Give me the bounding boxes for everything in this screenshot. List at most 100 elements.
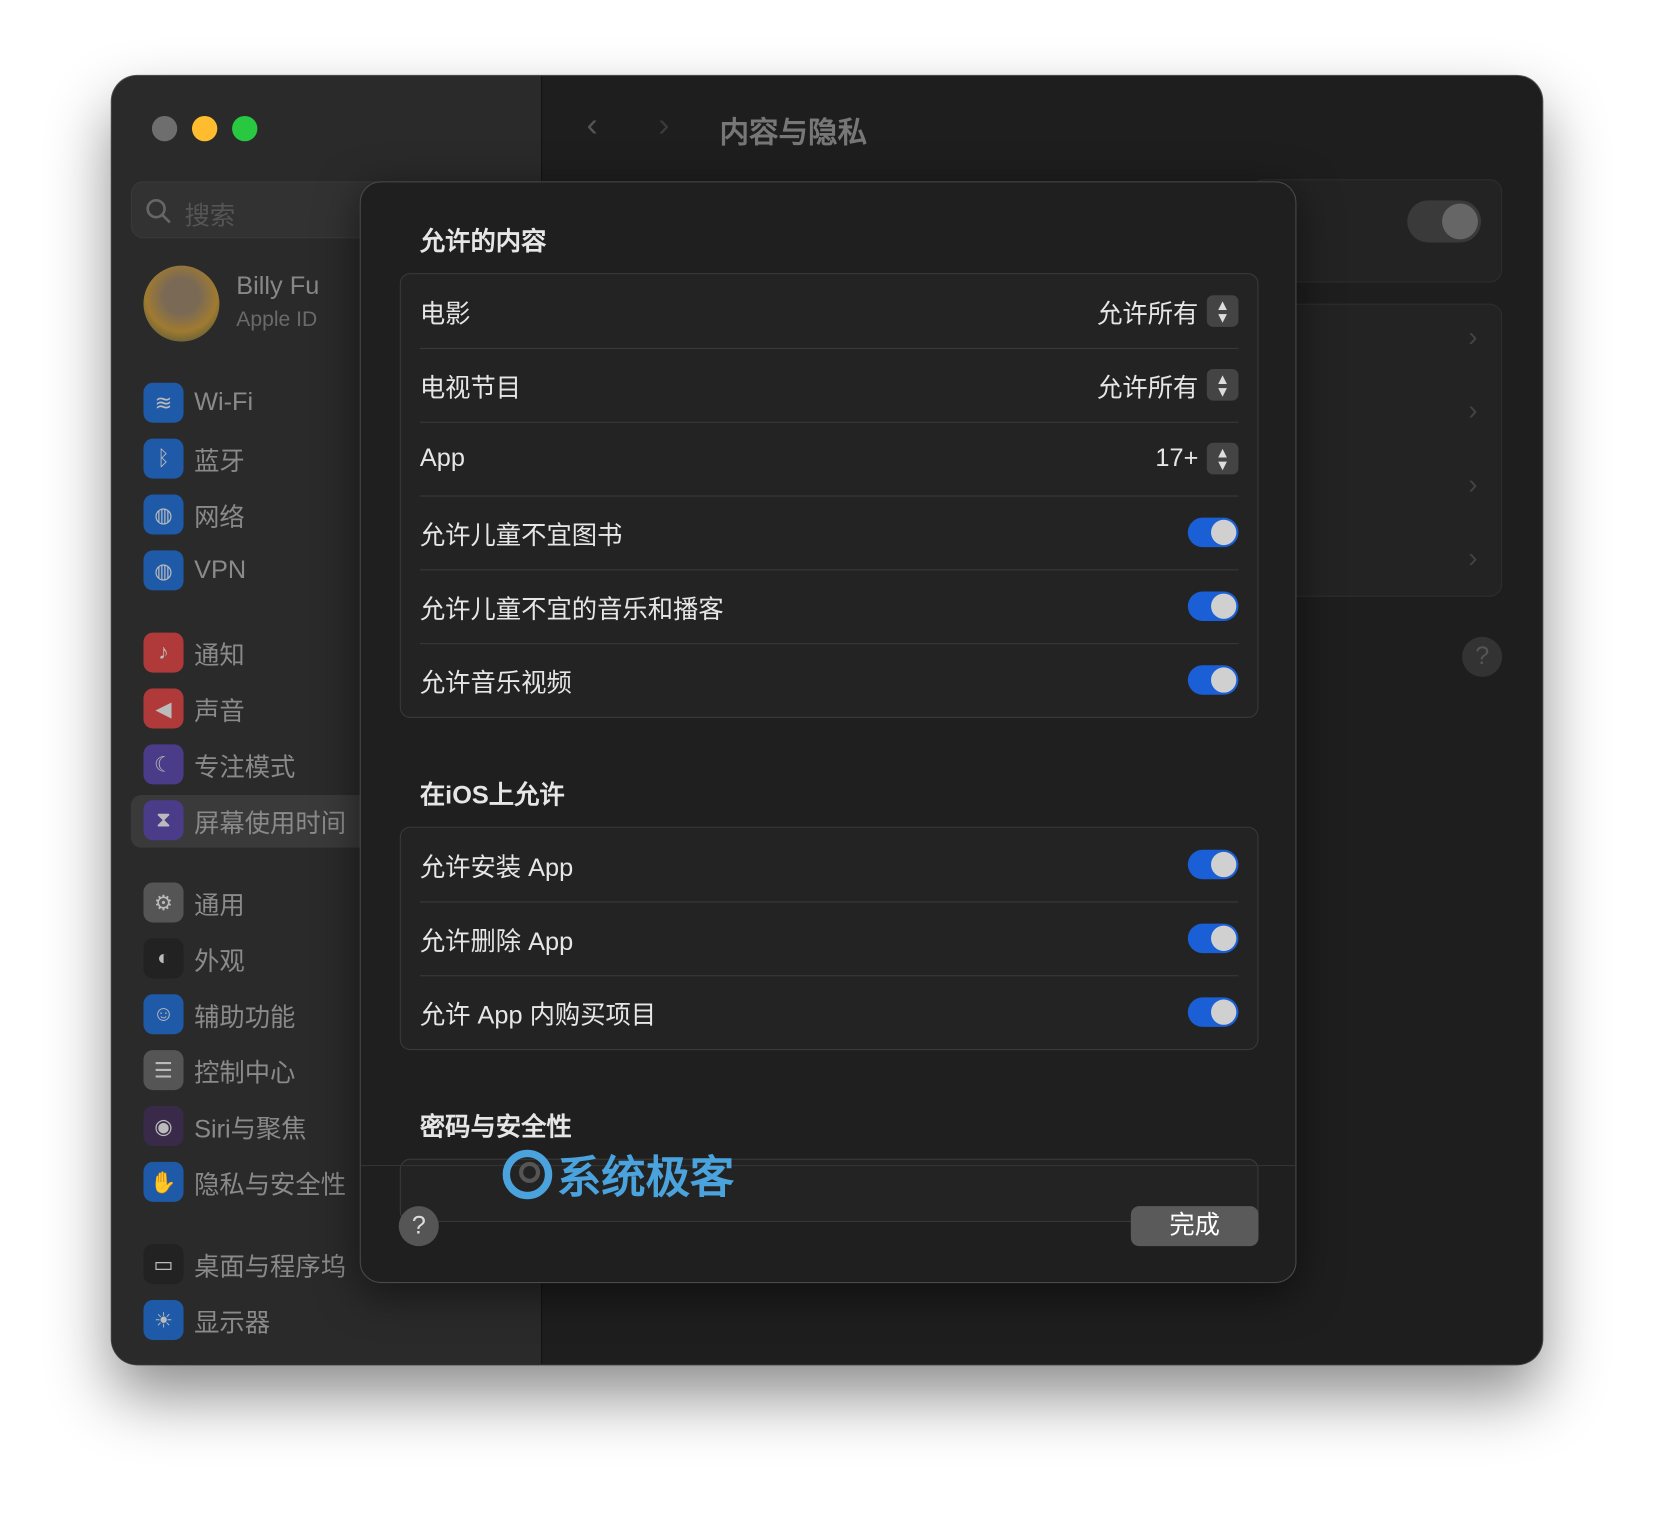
forward-icon[interactable]: › xyxy=(658,105,669,144)
row-label: 允许儿童不宜的音乐和播客 xyxy=(419,595,724,624)
sidebar-item[interactable]: ◍ VPN xyxy=(143,549,246,591)
moon-icon: ☾ xyxy=(143,744,184,785)
sidebar-item[interactable]: ◀ 声音 xyxy=(143,687,245,729)
watermark: 系统极客 xyxy=(498,1142,734,1206)
close-button[interactable] xyxy=(151,115,178,142)
sidebar-item[interactable]: ≋ Wi-Fi xyxy=(143,382,253,424)
settings-row: 允许儿童不宜图书 xyxy=(401,495,1258,570)
watermark-text: 系统极客 xyxy=(556,1152,735,1202)
settings-row: 电视节目 允许所有 ▲ ▼ xyxy=(401,347,1258,422)
toggle-switch[interactable] xyxy=(1187,923,1239,954)
control-center-icon: ☰ xyxy=(143,1050,184,1091)
sidebar-item-label: 控制中心 xyxy=(194,1059,296,1088)
chevron-right-icon: › xyxy=(1468,468,1478,500)
back-icon[interactable]: ‹ xyxy=(587,105,598,144)
gear-icon: ⚙ xyxy=(143,882,184,923)
popup-value[interactable]: 允许所有 xyxy=(1097,366,1198,403)
hourglass-icon: ⧗ xyxy=(143,800,184,841)
section-title: 在iOS上允许 xyxy=(419,781,565,810)
settings-row: 允许安装 App xyxy=(401,828,1258,902)
settings-row: 允许 App 内购买项目 xyxy=(401,975,1258,1049)
sidebar-item[interactable]: ♪ 通知 xyxy=(143,632,245,674)
page-title: 内容与隐私 xyxy=(719,115,868,149)
search-icon xyxy=(146,198,171,224)
background-toggle[interactable] xyxy=(1407,200,1482,243)
minimize-button[interactable] xyxy=(191,115,218,142)
sun-icon: ☀ xyxy=(143,1299,184,1341)
background-help-button[interactable]: ? xyxy=(1462,636,1503,677)
settings-row: 允许删除 App xyxy=(401,901,1258,975)
sidebar-item-label: 声音 xyxy=(194,697,245,726)
zoom-button[interactable] xyxy=(232,115,258,142)
sidebar-item-label: 蓝牙 xyxy=(194,447,245,477)
settings-row: 允许音乐视频 xyxy=(401,643,1258,717)
avatar[interactable] xyxy=(143,265,220,342)
sidebar-item[interactable]: ᛒ 蓝牙 xyxy=(143,438,245,480)
help-button[interactable]: ? xyxy=(398,1206,439,1247)
chevron-up-down-icon[interactable]: ▲ ▼ xyxy=(1206,295,1239,327)
row-label: 电影 xyxy=(419,299,471,329)
accessibility-icon: ☺ xyxy=(143,994,184,1035)
sidebar-item[interactable]: ☾ 专注模式 xyxy=(143,743,295,785)
row-label: 允许儿童不宜图书 xyxy=(419,521,623,550)
sidebar-item-label: 网络 xyxy=(194,503,245,532)
sidebar-item[interactable]: ☀ 显示器 xyxy=(143,1299,270,1341)
sidebar-item[interactable]: ☺ 辅助功能 xyxy=(143,993,295,1035)
row-label: 允许删除 App xyxy=(419,927,574,956)
toggle-switch[interactable] xyxy=(1187,997,1239,1027)
sidebar-item-label: VPN xyxy=(194,555,247,585)
popup-value[interactable]: 允许所有 xyxy=(1097,293,1198,330)
toggle-switch[interactable] xyxy=(1187,849,1239,880)
row-label: App xyxy=(419,443,465,473)
hand-icon: ✋ xyxy=(143,1161,184,1202)
sidebar-item-label: Siri与聚焦 xyxy=(194,1114,307,1144)
speaker-icon: ◀ xyxy=(143,688,184,729)
content-privacy-sheet: 允许的内容 电影 允许所有 ▲ ▼ 电视节目 允许所有 ▲ ▼ App 17+ ▲ ▼ 允许儿童不宜图书允… xyxy=(359,181,1297,1284)
sidebar-item[interactable]: ⧗ 屏幕使用时间 xyxy=(143,799,346,841)
toggle-switch[interactable] xyxy=(1187,517,1239,548)
row-label: 电视节目 xyxy=(419,373,522,403)
search-placeholder: 搜索 xyxy=(184,202,236,231)
chevron-up-down-icon[interactable]: ▲ ▼ xyxy=(1206,442,1239,475)
toggle-switch[interactable] xyxy=(1187,665,1239,695)
sidebar-item-label: 外观 xyxy=(194,947,245,976)
row-label: 允许安装 App xyxy=(419,853,574,882)
settings-row: App 17+ ▲ ▼ xyxy=(401,421,1258,496)
sidebar-item[interactable]: ☰ 控制中心 xyxy=(143,1049,295,1091)
done-button[interactable]: 完成 xyxy=(1130,1206,1259,1247)
popup-value[interactable]: 17+ xyxy=(1155,444,1198,474)
wifi-icon: ≋ xyxy=(143,382,184,423)
sidebar-item[interactable]: ◉ Siri与聚焦 xyxy=(143,1105,307,1147)
section-title: 允许的内容 xyxy=(419,227,547,257)
sidebar-item-label: 专注模式 xyxy=(194,753,296,782)
sidebar-item[interactable]: ▭ 桌面与程序坞 xyxy=(143,1243,346,1285)
sidebar-item[interactable]: ◍ 网络 xyxy=(143,493,245,535)
dock-icon: ▭ xyxy=(143,1244,184,1285)
sidebar-item-label: Wi-Fi xyxy=(194,387,254,417)
section-title: 密码与安全性 xyxy=(419,1113,572,1142)
apple-id-label: Apple ID xyxy=(236,307,318,332)
sidebar-item-label: 通知 xyxy=(194,641,245,671)
appearance-icon: ◐ xyxy=(143,938,184,979)
chevron-right-icon: › xyxy=(1468,541,1478,574)
sidebar-item-label: 隐私与安全性 xyxy=(194,1170,347,1200)
toggle-switch[interactable] xyxy=(1187,591,1239,621)
sidebar-item-label: 通用 xyxy=(194,891,245,920)
settings-row: 允许儿童不宜的音乐和播客 xyxy=(401,569,1258,643)
sidebar-item[interactable]: ⚙ 通用 xyxy=(143,881,245,923)
settings-group: 允许安装 App 允许删除 App 允许 App 内购买项目 xyxy=(399,826,1259,1051)
sidebar-item-label: 桌面与程序坞 xyxy=(194,1253,347,1282)
settings-row: 电影 允许所有 ▲ ▼ xyxy=(401,274,1258,348)
chevron-up-down-icon[interactable]: ▲ ▼ xyxy=(1206,369,1239,401)
row-label: 允许 App 内购买项目 xyxy=(419,1001,657,1030)
sidebar-item-label: 屏幕使用时间 xyxy=(194,809,347,838)
sidebar-item-label: 显示器 xyxy=(194,1308,271,1338)
settings-group: 电影 允许所有 ▲ ▼ 电视节目 允许所有 ▲ ▼ App 17+ ▲ ▼ 允许儿童不宜图书 允许儿童不宜… xyxy=(399,273,1259,718)
siri-icon: ◉ xyxy=(143,1105,184,1147)
globe-icon: ◍ xyxy=(143,494,184,535)
sidebar-item[interactable]: ◐ 外观 xyxy=(143,937,245,979)
bluetooth-icon: ᛒ xyxy=(143,438,184,479)
sidebar-item[interactable]: ✋ 隐私与安全性 xyxy=(143,1161,346,1203)
sidebar-item-label: 辅助功能 xyxy=(194,1003,296,1032)
user-name[interactable]: Billy Fu xyxy=(236,272,319,302)
